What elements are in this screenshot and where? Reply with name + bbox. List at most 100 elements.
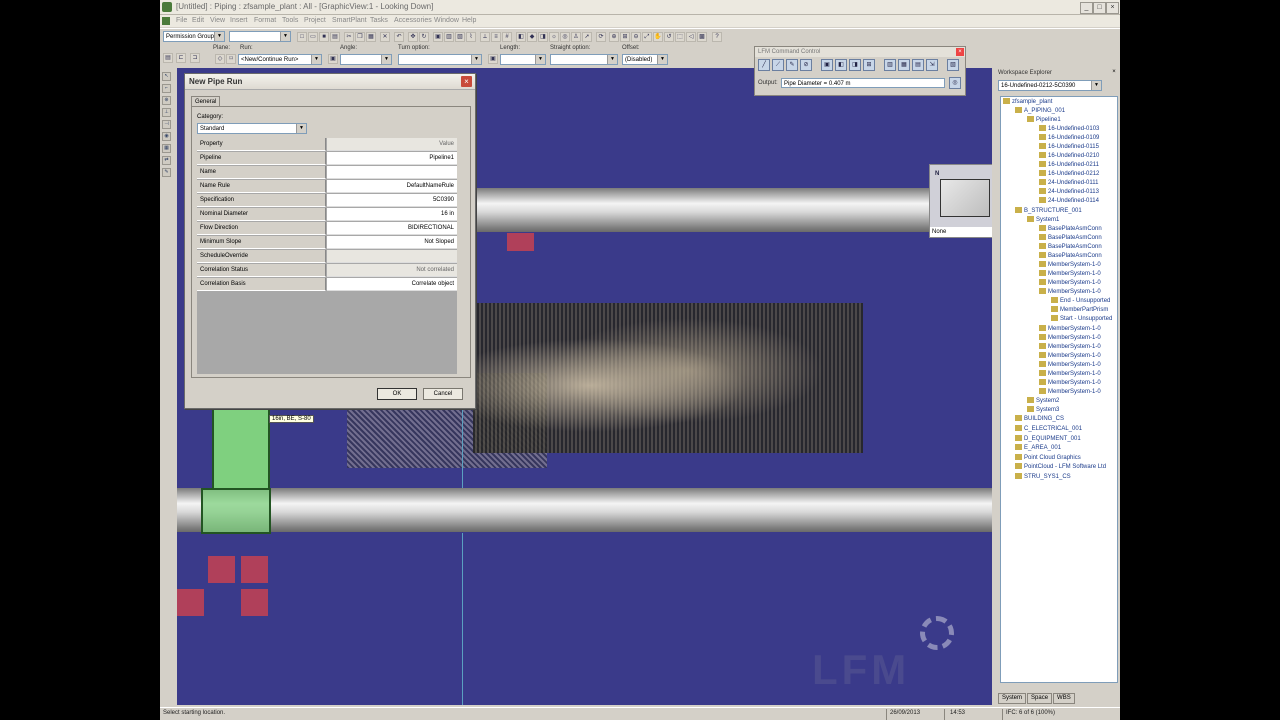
camera-icon[interactable]: ◎ [560, 32, 570, 42]
help-icon[interactable]: ? [712, 32, 722, 42]
tree-item[interactable]: MemberPartPrism [1051, 306, 1108, 315]
tree-item[interactable]: BasePlateAsmConn [1039, 243, 1102, 252]
menu-accessories[interactable]: Accessories [394, 17, 432, 24]
menu-format[interactable]: Format [254, 17, 276, 24]
tree-item[interactable]: Pipeline1 [1027, 116, 1061, 125]
place-spool-icon[interactable]: ▦ [162, 144, 171, 153]
menu-help[interactable]: Help [462, 17, 476, 24]
tree-item[interactable]: A_PIPING_001 [1015, 107, 1065, 116]
connect-icon[interactable]: ⇄ [162, 156, 171, 165]
property-value[interactable]: Not Sloped [327, 236, 457, 249]
property-row[interactable]: ScheduleOverride [197, 250, 457, 263]
navigation-cube[interactable]: N None [929, 164, 992, 238]
tree-item[interactable]: MemberSystem-1-0 [1039, 361, 1101, 370]
menu-edit[interactable]: Edit [192, 17, 204, 24]
zoom-icon[interactable]: ⊕ [609, 32, 619, 42]
render-icon[interactable]: ◆ [527, 32, 537, 42]
lfm-box-icon[interactable]: ▣ [821, 59, 833, 71]
lfm-line-icon[interactable]: ╱ [758, 59, 770, 71]
tree-item[interactable]: STRU_SYS1_CS [1015, 473, 1071, 482]
ribbon-mode-icon[interactable]: ⊏ [176, 53, 186, 63]
view-icon[interactable]: ◧ [516, 32, 526, 42]
plane-icon[interactable]: ◇ [215, 54, 225, 64]
lfm-layers-icon[interactable]: ▤ [912, 59, 924, 71]
tree-item[interactable]: MemberSystem-1-0 [1039, 379, 1101, 388]
print-icon[interactable]: ▤ [330, 32, 340, 42]
named-views-icon[interactable]: ▩ [697, 32, 707, 42]
measure-icon[interactable]: ⟂ [480, 32, 490, 42]
tree-item[interactable]: D_EQUIPMENT_001 [1015, 435, 1081, 444]
tree-item[interactable]: BUILDING_CS [1015, 415, 1064, 424]
property-value[interactable]: Correlate object [327, 278, 457, 291]
close-button[interactable]: × [1106, 2, 1119, 14]
lfm-clip-icon[interactable]: ◧ [835, 59, 847, 71]
tree-item[interactable]: 16-Undefined-0103 [1039, 125, 1099, 134]
property-value[interactable] [327, 250, 457, 263]
tree-item[interactable]: Start - Unsupported [1051, 315, 1112, 324]
orbit-icon[interactable]: ↺ [664, 32, 674, 42]
tree-item[interactable]: MemberSystem-1-0 [1039, 261, 1101, 270]
undo-icon[interactable]: ↶ [394, 32, 404, 42]
property-value[interactable] [327, 166, 457, 179]
property-value[interactable]: Not correlated [327, 264, 457, 277]
lfm-pipe-fit-icon[interactable]: ⊘ [800, 59, 812, 71]
property-row[interactable]: Minimum Slope Not Sloped [197, 236, 457, 249]
filter-icon[interactable]: ▥ [444, 32, 454, 42]
workspace-tree[interactable]: zfsample_plant A_PIPING_001 Pipeline1 16… [1000, 96, 1118, 683]
green-pipe-segment[interactable] [201, 488, 271, 534]
tree-item[interactable]: B_STRUCTURE_001 [1015, 207, 1082, 216]
property-value[interactable]: BIDIRECTIONAL [327, 222, 457, 235]
ribbon-properties-icon[interactable]: ▤ [163, 53, 173, 63]
straight-option-combo[interactable]: ▼ [550, 54, 618, 65]
tree-item[interactable]: System2 [1027, 397, 1059, 406]
tree-item[interactable]: 24-Undefined-0111 [1039, 179, 1098, 188]
menu-project[interactable]: Project [304, 17, 326, 24]
lfm-output-icon[interactable]: ◎ [949, 77, 961, 89]
property-value[interactable]: Pipeline1 [327, 152, 457, 165]
cut-icon[interactable]: ✂ [344, 32, 354, 42]
move-icon[interactable]: ✥ [408, 32, 418, 42]
tree-item[interactable]: 24-Undefined-0114 [1039, 197, 1099, 206]
tree-item[interactable]: MemberSystem-1-0 [1039, 370, 1101, 379]
dialog-close-button[interactable]: × [461, 76, 472, 87]
lfm-measure-icon[interactable]: ⊞ [863, 59, 875, 71]
property-row[interactable]: Name Rule DefaultNameRule [197, 180, 457, 193]
clip-icon[interactable]: ◨ [538, 32, 548, 42]
lfm-polyline-icon[interactable]: ⟋ [772, 59, 784, 71]
lfm-close-icon[interactable]: × [956, 48, 964, 56]
menu-smartplant[interactable]: SmartPlant [332, 17, 367, 24]
tree-item[interactable]: MemberSystem-1-0 [1039, 388, 1101, 397]
tree-item[interactable]: 16-Undefined-0212 [1039, 170, 1099, 179]
permission-group-combo[interactable]: Permission Group ▼ [163, 31, 225, 42]
tab-wbs[interactable]: WBS [1053, 693, 1075, 704]
pan-icon[interactable]: ✋ [653, 32, 663, 42]
cancel-button[interactable]: Cancel [423, 388, 463, 400]
plane-lock-icon[interactable]: ⌑ [226, 54, 236, 64]
ok-button[interactable]: OK [377, 388, 417, 400]
fly-icon[interactable]: ➚ [582, 32, 592, 42]
output-field[interactable]: Pipe Diameter = 0.407 m [781, 78, 945, 88]
maximize-button[interactable]: □ [1093, 2, 1106, 14]
tree-item[interactable]: 16-Undefined-0210 [1039, 152, 1099, 161]
tab-space[interactable]: Space [1027, 693, 1053, 704]
angle-combo[interactable]: ▼ [340, 54, 392, 65]
tree-item[interactable]: 16-Undefined-0109 [1039, 134, 1099, 143]
tree-item[interactable]: MemberSystem-1-0 [1039, 343, 1101, 352]
zoom-area-icon[interactable]: ⊞ [620, 32, 630, 42]
run-combo[interactable]: <New/Continue Run> ▼ [238, 54, 322, 65]
tree-item[interactable]: MemberSystem-1-0 [1039, 334, 1101, 343]
fit-icon[interactable]: ⤢ [642, 32, 652, 42]
menu-window[interactable]: Window [434, 17, 459, 24]
ribbon-finish-icon[interactable]: ⊐ [190, 53, 200, 63]
property-row[interactable]: Nominal Diameter 16 in [197, 208, 457, 221]
close-icon[interactable]: × [1110, 68, 1118, 76]
tree-item[interactable]: Point Cloud Graphics [1015, 454, 1081, 463]
tree-item[interactable]: BasePlateAsmConn [1039, 234, 1102, 243]
menu-insert[interactable]: Insert [230, 17, 248, 24]
property-row[interactable]: Specification 5C0390 [197, 194, 457, 207]
lfm-section-icon[interactable]: ◨ [849, 59, 861, 71]
tree-item[interactable]: End - Unsupported [1051, 297, 1110, 306]
second-combo[interactable]: ▼ [229, 31, 291, 42]
layer-icon[interactable]: ≡ [491, 32, 501, 42]
walk-icon[interactable]: ♙ [571, 32, 581, 42]
